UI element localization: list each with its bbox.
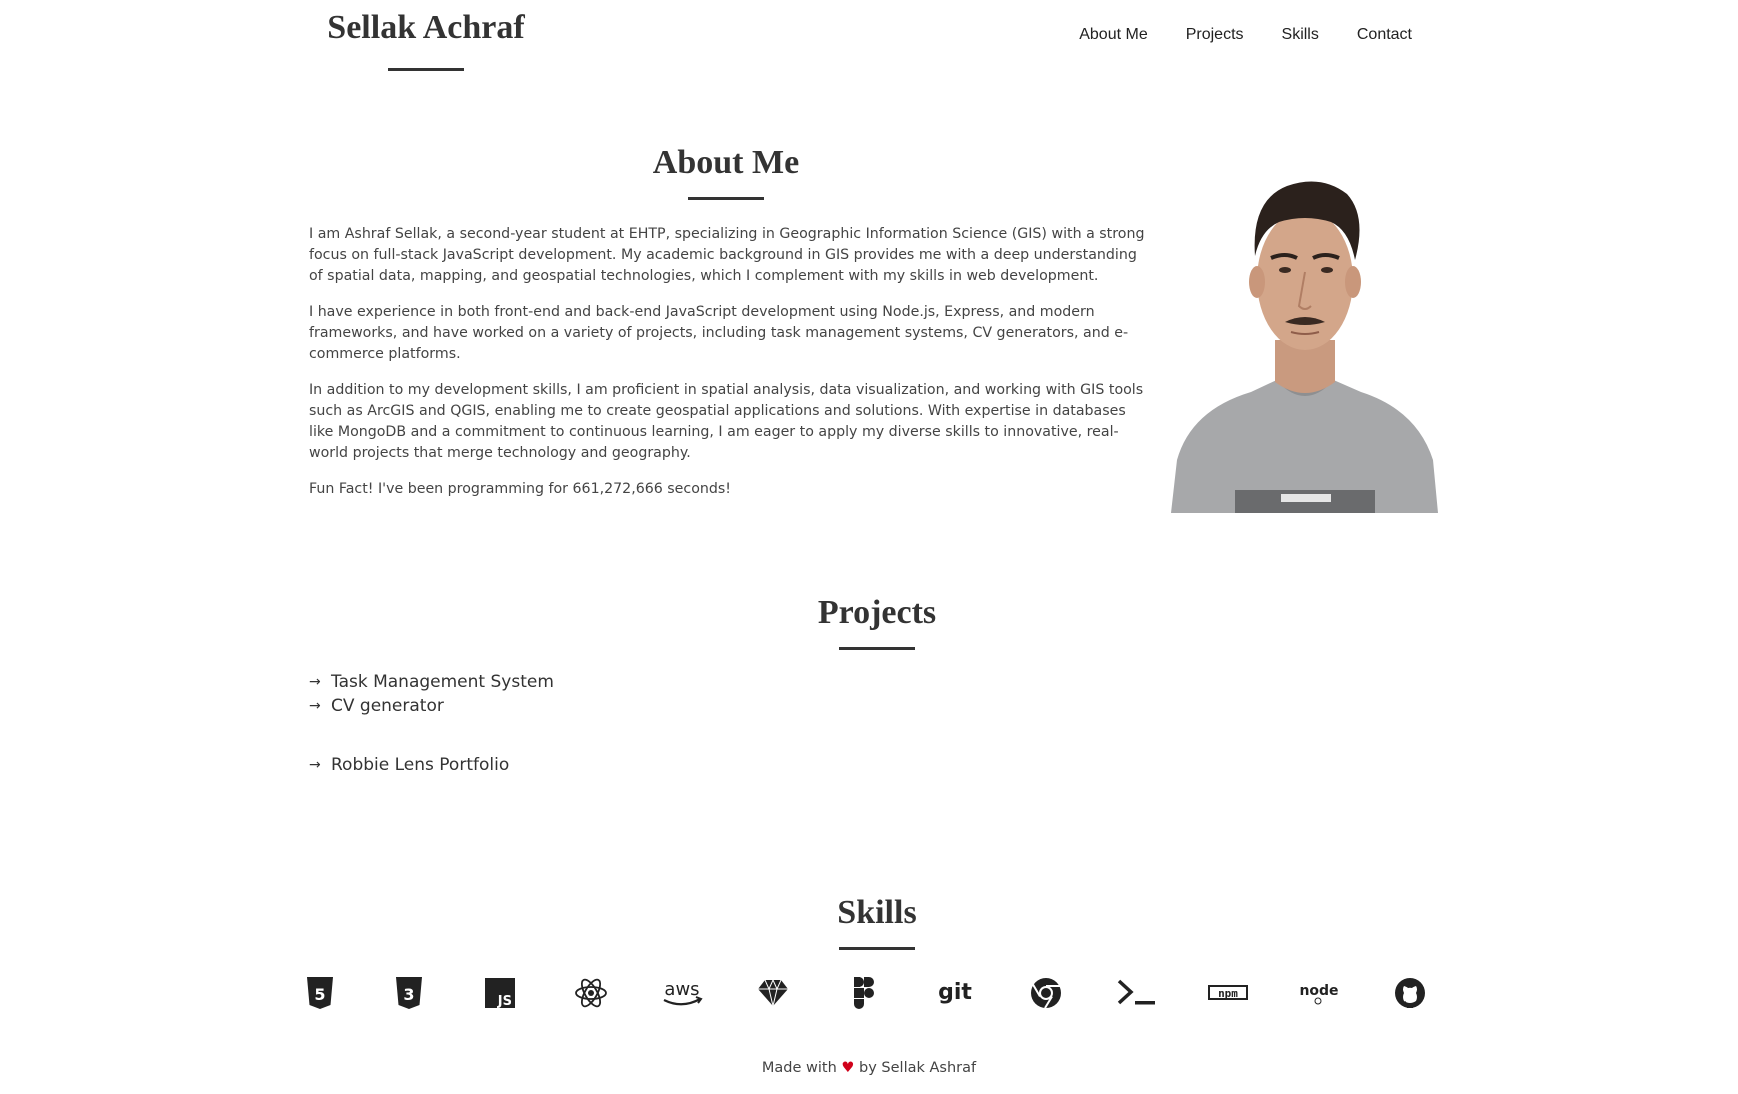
portfolio-page: Sellak Achraf About Me Projects Skills C…: [0, 0, 1738, 1094]
skills-underline: [839, 947, 915, 950]
about-heading: About Me: [611, 143, 841, 200]
arrow-right-icon: →: [309, 757, 321, 773]
about-paragraph: I have experience in both front-end and …: [309, 304, 1129, 362]
project-label[interactable]: Robbie Lens Portfolio: [331, 755, 509, 775]
arrow-right-icon: →: [309, 698, 321, 714]
about-paragraph: In addition to my development skills, I …: [309, 382, 1144, 461]
heart-icon: ♥: [841, 1060, 855, 1076]
footer: Made with ♥ by Sellak Ashraf: [0, 1060, 1738, 1076]
nav-contact[interactable]: Contact: [1357, 26, 1412, 44]
css3-icon: 3: [379, 968, 439, 1018]
fun-fact: Fun Fact! I've been programming for 661,…: [309, 481, 731, 497]
project-item[interactable]: → Robbie Lens Portfolio: [309, 753, 909, 777]
skills-heading: Skills: [762, 893, 992, 950]
skills-icons: 5 3 JS aws git npm node: [290, 968, 1430, 1018]
projects-title: Projects: [817, 594, 937, 631]
projects-underline: [839, 647, 915, 650]
about-text: I am Ashraf Sellak, a second-year studen…: [309, 224, 1145, 515]
project-item[interactable]: → Task Management System: [309, 670, 909, 694]
chrome-icon: [1016, 968, 1076, 1018]
aws-icon: aws: [652, 968, 712, 1018]
npm-icon: npm: [1198, 968, 1258, 1018]
about-paragraph: I am Ashraf Sellak, a second-year studen…: [309, 226, 1145, 284]
nodejs-icon: node: [1289, 968, 1349, 1018]
svg-text:aws: aws: [664, 979, 699, 1000]
profile-photo: [1171, 160, 1438, 513]
github-icon[interactable]: [1380, 968, 1440, 1018]
project-label[interactable]: CV generator: [331, 696, 444, 716]
projects-heading: Projects: [762, 593, 992, 650]
figma-icon: [834, 968, 894, 1018]
nav-skills[interactable]: Skills: [1282, 26, 1319, 44]
arrow-right-icon: →: [309, 674, 321, 690]
git-icon: git: [925, 968, 985, 1018]
skills-title: Skills: [837, 894, 917, 931]
html5-icon: 5: [290, 968, 350, 1018]
sketch-icon: [743, 968, 803, 1018]
nav-about-me[interactable]: About Me: [1079, 26, 1147, 44]
javascript-icon: JS: [470, 968, 530, 1018]
react-icon: [561, 968, 621, 1018]
svg-text:3: 3: [403, 985, 414, 1004]
brand-title[interactable]: Sellak Achraf: [320, 8, 532, 48]
projects-list: → Task Management System → CV generator …: [309, 670, 909, 777]
svg-text:node: node: [1299, 983, 1338, 999]
svg-text:git: git: [938, 980, 972, 1005]
svg-text:npm: npm: [1218, 987, 1238, 1000]
footer-prefix: Made with: [761, 1060, 837, 1076]
main-nav: About Me Projects Skills Contact: [1079, 26, 1412, 44]
svg-text:5: 5: [314, 985, 325, 1004]
footer-author: by Sellak Ashraf: [859, 1060, 977, 1076]
nav-projects[interactable]: Projects: [1186, 26, 1244, 44]
site-brand[interactable]: Sellak Achraf: [320, 8, 532, 71]
brand-underline: [388, 68, 464, 71]
about-title: About Me: [652, 144, 800, 181]
project-label[interactable]: Task Management System: [331, 672, 554, 692]
about-underline: [688, 197, 764, 200]
svg-text:JS: JS: [497, 994, 512, 1008]
terminal-icon: [1107, 968, 1167, 1018]
profile-photo-illustration: [1171, 181, 1438, 513]
project-item[interactable]: → CV generator: [309, 694, 909, 718]
